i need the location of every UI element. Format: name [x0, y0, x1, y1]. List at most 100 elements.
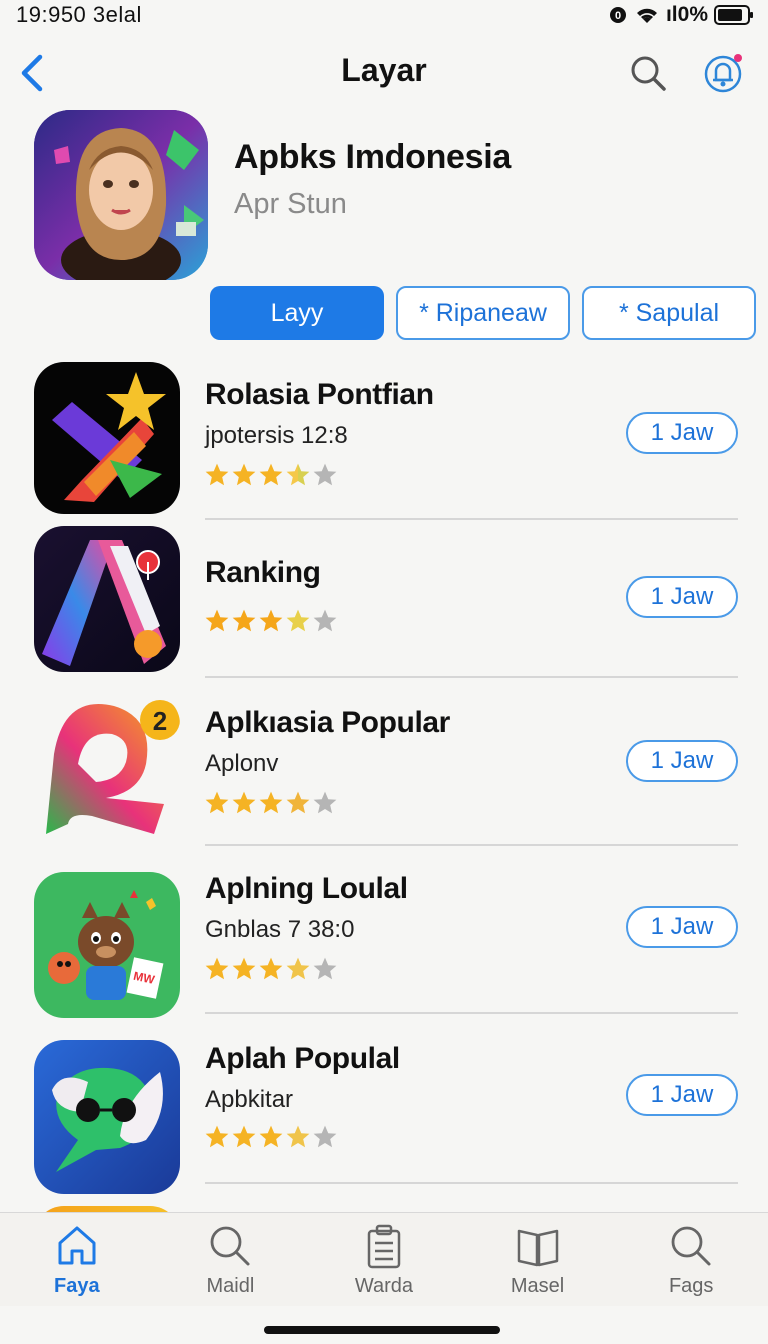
star-empty-icon — [313, 609, 337, 632]
star-icon — [259, 609, 283, 632]
star-half-icon — [286, 463, 310, 486]
get-button[interactable]: 1 Jaw — [626, 576, 738, 618]
divider — [205, 518, 738, 520]
star-rating — [204, 1124, 338, 1150]
chevron-left-icon — [21, 54, 43, 92]
star-half-icon — [286, 1125, 310, 1148]
tab-bar: Faya Maidl Warda Masel Fags — [0, 1212, 768, 1306]
get-button[interactable]: 1 Jaw — [626, 1074, 738, 1116]
star-rating — [204, 462, 338, 488]
get-button[interactable]: 1 Jaw — [626, 412, 738, 454]
star-icon — [259, 463, 283, 486]
star-icon — [205, 463, 229, 486]
star-icon — [205, 1125, 229, 1148]
svg-text:2: 2 — [153, 706, 167, 736]
tab-label: Maidl — [206, 1275, 255, 1297]
get-button[interactable]: 1 Jaw — [626, 906, 738, 948]
wifi-icon — [634, 5, 660, 25]
book-icon — [517, 1229, 558, 1267]
star-icon — [205, 609, 229, 632]
app-name: Ranking — [205, 556, 321, 589]
home-indicator[interactable] — [264, 1326, 500, 1334]
search-button[interactable] — [624, 50, 672, 96]
tab-warda[interactable]: Warda — [324, 1223, 444, 1298]
clipboard-icon — [367, 1224, 401, 1269]
bell-icon — [704, 54, 742, 93]
search-icon — [210, 1226, 250, 1266]
featured-app-title: Apbks Imdonesia — [234, 138, 512, 176]
app-subtitle: Apbkitar — [205, 1086, 294, 1113]
star-half-icon — [286, 609, 310, 632]
tab-label: Warda — [354, 1275, 414, 1297]
app-subtitle: jpotersis 12:8 — [205, 422, 348, 449]
app-icon — [34, 526, 180, 672]
tab-ripaneaw[interactable]: * Ripaneaw — [396, 286, 570, 340]
divider — [205, 1182, 738, 1184]
divider — [205, 844, 738, 846]
star-icon — [259, 957, 283, 980]
tab-label: Faya — [54, 1275, 100, 1297]
star-half-icon — [286, 791, 310, 814]
star-half-icon — [286, 957, 310, 980]
app-name: Aplning Loulal — [205, 872, 408, 905]
star-empty-icon — [313, 791, 337, 814]
tab-layy[interactable]: Layy — [210, 286, 384, 340]
star-icon — [232, 463, 256, 486]
status-bar: 19:950 3elal 0 ıl0% — [0, 0, 768, 30]
app-icon: 2 — [34, 694, 180, 840]
star-icon — [232, 1125, 256, 1148]
tab-masel[interactable]: Masel — [478, 1223, 598, 1298]
star-icon — [205, 791, 229, 814]
app-list: Rolasia Pontfian jpotersis 12:8 1 Jaw Ra… — [0, 360, 768, 1236]
star-icon — [259, 1125, 283, 1148]
tab-faya[interactable]: Faya — [17, 1223, 137, 1298]
star-rating — [204, 956, 338, 982]
star-icon — [232, 609, 256, 632]
back-button[interactable] — [12, 50, 52, 96]
tab-maidl[interactable]: Maidl — [170, 1223, 290, 1298]
alarm-icon: 0 — [608, 5, 628, 25]
search-icon — [631, 56, 666, 91]
featured-app-subtitle: Apr Stun — [234, 188, 347, 220]
segment-tabs: Layy * Ripaneaw * Sapulal — [210, 286, 756, 340]
star-rating — [204, 608, 338, 634]
battery-icon — [714, 4, 754, 26]
tab-sapulal[interactable]: * Sapulal — [582, 286, 756, 340]
list-item[interactable]: Ranking 1 Jaw — [0, 526, 768, 694]
app-name: Aplkıasia Popular — [205, 706, 450, 739]
app-name: Rolasia Pontfian — [205, 378, 434, 411]
app-name: Aplah Populal — [205, 1042, 400, 1075]
star-empty-icon — [313, 957, 337, 980]
status-indicators: 0 ıl0% — [608, 3, 754, 27]
nav-header: Layar — [0, 40, 768, 106]
app-icon — [34, 362, 180, 514]
search-icon — [671, 1226, 711, 1266]
star-icon — [259, 791, 283, 814]
list-item[interactable]: Rolasia Pontfian jpotersis 12:8 1 Jaw — [0, 360, 768, 526]
featured-app: Apbks Imdonesia Apr Stun Layy * Ripaneaw… — [34, 110, 756, 350]
star-empty-icon — [313, 1125, 337, 1148]
list-item[interactable]: Aplah Populal Apbkitar 1 Jaw — [0, 1028, 768, 1196]
app-icon — [34, 1040, 180, 1194]
app-subtitle: Gnblas 7 38:0 — [205, 916, 355, 943]
tab-label: Fags — [668, 1275, 714, 1297]
svg-text:0: 0 — [615, 10, 621, 22]
app-subtitle: Aplonv — [205, 750, 279, 777]
tab-fags[interactable]: Fags — [631, 1223, 751, 1298]
star-empty-icon — [313, 463, 337, 486]
battery-percent: ıl0% — [665, 3, 708, 26]
list-item[interactable]: MW Aplning Loulal Gnblas 7 38:0 1 Jaw — [0, 860, 768, 1028]
star-icon — [205, 957, 229, 980]
star-icon — [232, 791, 256, 814]
notification-button[interactable] — [700, 48, 748, 98]
home-icon — [58, 1226, 96, 1265]
star-rating — [204, 790, 338, 816]
tab-label: Masel — [510, 1275, 565, 1297]
get-button[interactable]: 1 Jaw — [626, 740, 738, 782]
status-time: 19:950 3elal — [16, 2, 142, 27]
divider — [205, 1012, 738, 1014]
divider — [205, 676, 738, 678]
app-icon: MW — [34, 872, 180, 1018]
featured-app-icon[interactable] — [34, 110, 208, 280]
list-item[interactable]: 2 Aplkıasia Popular Aplonv 1 Jaw — [0, 694, 768, 860]
